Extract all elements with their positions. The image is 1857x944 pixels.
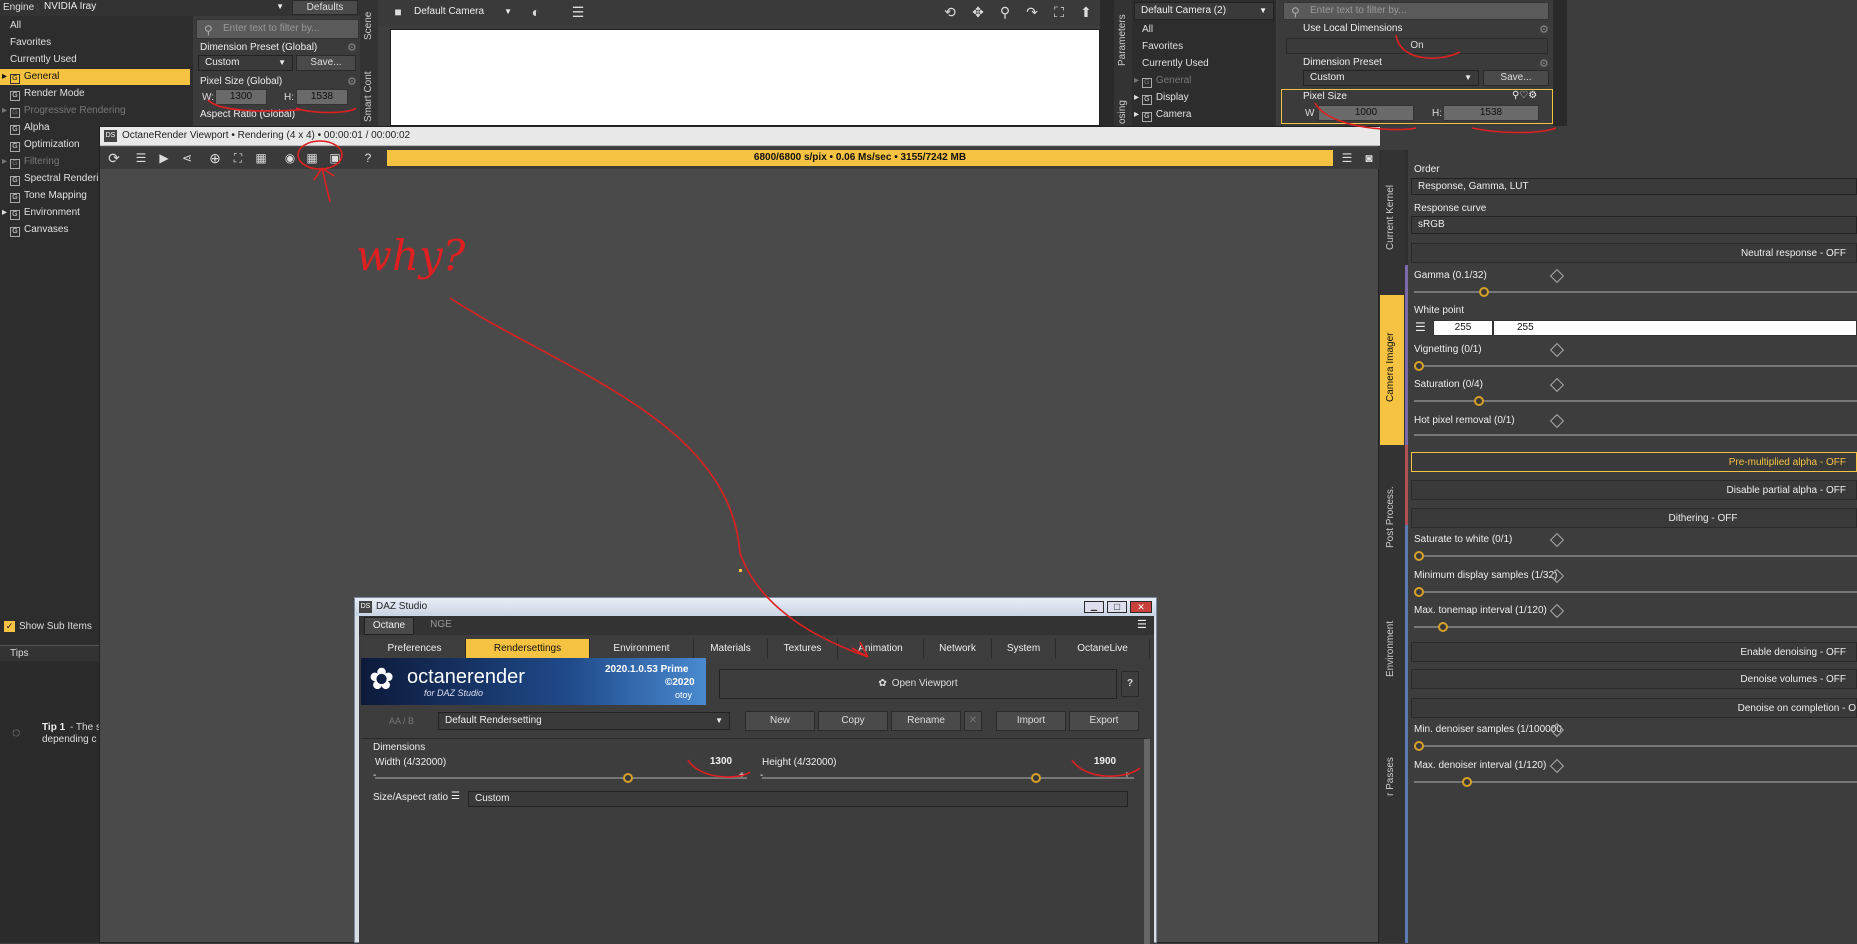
underline-pixel-size-w: [207, 99, 301, 112]
underline-local-on: [1395, 34, 1461, 59]
arrow-to-dot: [449, 297, 869, 658]
underline-params-w: [1314, 102, 1417, 131]
underline-dialog-width: [687, 759, 751, 778]
arrow-why: [313, 167, 335, 203]
annotation-overlay: why?: [207, 34, 1557, 778]
underline-dialog-height: [1071, 759, 1141, 777]
underline-params-h: [1471, 127, 1557, 134]
circle-aspect-gear: [297, 140, 343, 170]
underline-pixel-size-h: [295, 107, 357, 114]
annotation-why: why?: [356, 231, 466, 280]
